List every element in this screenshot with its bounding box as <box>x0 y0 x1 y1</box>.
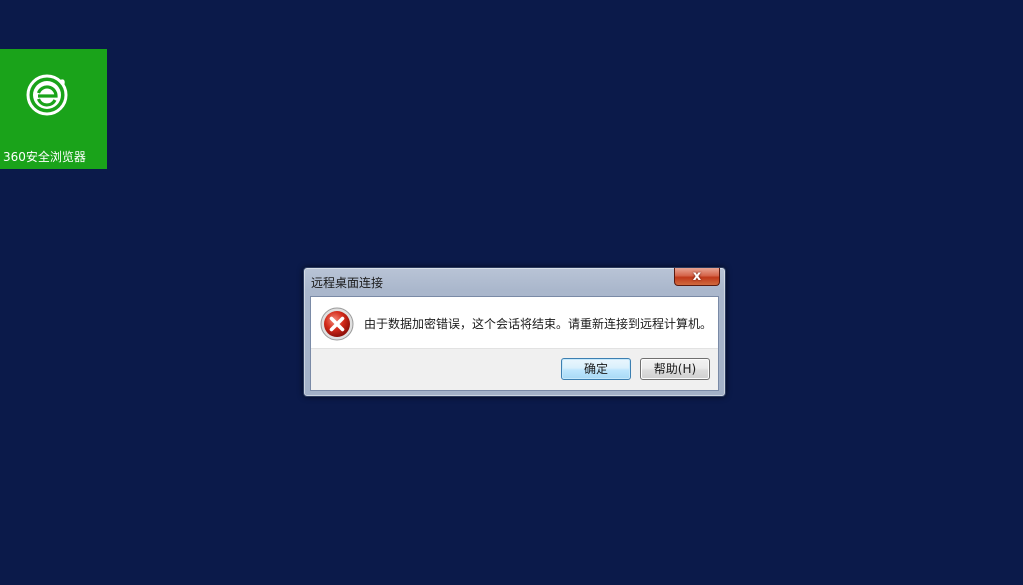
rdp-error-dialog: 远程桌面连接 x 由于数据加密错误，这个会话将结束。请重新连接到远程计算机。 确… <box>303 267 726 397</box>
tile-label: 360安全浏览器 <box>3 150 86 164</box>
error-message: 由于数据加密错误，这个会话将结束。请重新连接到远程计算机。 <box>364 317 713 331</box>
help-button[interactable]: 帮助(H) <box>640 358 710 380</box>
desktop: 360安全浏览器 远程桌面连接 x 由于数据加密错误，这个会话将结束。请重新连接… <box>0 0 1023 585</box>
button-area: 确定 帮助(H) <box>311 348 718 390</box>
ok-button[interactable]: 确定 <box>561 358 631 380</box>
browser-e-icon <box>26 74 68 116</box>
dialog-client-area: 由于数据加密错误，这个会话将结束。请重新连接到远程计算机。 确定 帮助(H) <box>310 296 719 391</box>
dialog-titlebar[interactable]: 远程桌面连接 x <box>304 268 725 295</box>
message-area: 由于数据加密错误，这个会话将结束。请重新连接到远程计算机。 <box>311 297 718 350</box>
close-button[interactable]: x <box>674 268 720 286</box>
desktop-tile-360-browser[interactable]: 360安全浏览器 <box>0 49 107 169</box>
dialog-title: 远程桌面连接 <box>311 276 384 290</box>
error-icon <box>320 307 354 341</box>
close-icon: x <box>692 269 702 284</box>
